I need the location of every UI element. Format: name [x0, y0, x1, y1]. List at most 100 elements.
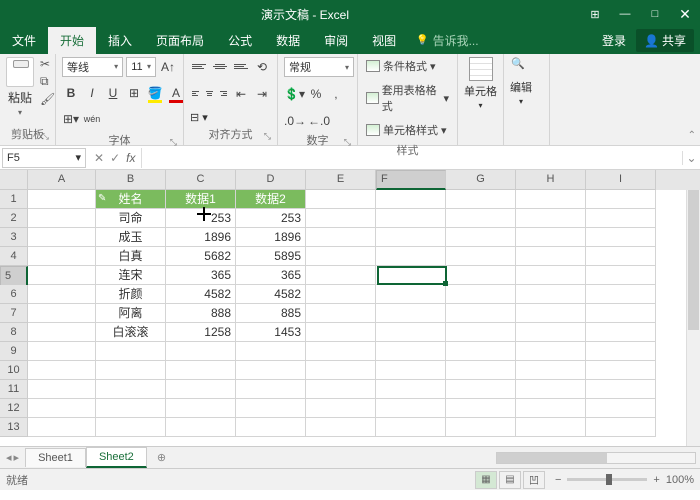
cell[interactable]: 数据2 — [236, 190, 306, 209]
fill-color-button[interactable]: 🪣 — [146, 83, 164, 103]
align-left-button[interactable] — [190, 84, 201, 102]
tab-layout[interactable]: 页面布局 — [144, 27, 216, 54]
tab-data[interactable]: 数据 — [264, 27, 312, 54]
cell[interactable] — [586, 304, 656, 323]
horizontal-scrollbar[interactable] — [496, 452, 696, 464]
cell[interactable] — [516, 380, 586, 399]
cell[interactable] — [28, 247, 96, 266]
increase-decimal-button[interactable]: .0→ — [284, 111, 306, 131]
cell[interactable] — [166, 342, 236, 361]
zoom-slider[interactable] — [567, 478, 647, 481]
cell[interactable]: 365 — [166, 266, 236, 285]
cell[interactable] — [166, 418, 236, 437]
vscroll-thumb[interactable] — [688, 190, 699, 330]
cell[interactable] — [446, 418, 516, 437]
cell[interactable] — [166, 380, 236, 399]
zoom-level[interactable]: 100% — [666, 474, 694, 486]
cell[interactable] — [376, 228, 446, 247]
hscroll-thumb[interactable] — [497, 453, 607, 463]
format-painter-button[interactable]: 🖌 — [40, 92, 55, 106]
cell[interactable] — [306, 247, 376, 266]
conditional-format-button[interactable]: 条件格式▾ — [364, 57, 451, 75]
cell[interactable] — [306, 266, 376, 285]
cell[interactable] — [376, 304, 446, 323]
cell[interactable] — [446, 228, 516, 247]
page-layout-button[interactable]: ▤ — [499, 471, 521, 489]
cell[interactable] — [236, 418, 306, 437]
cell[interactable]: 数据1 — [166, 190, 236, 209]
cell[interactable]: 888 — [166, 304, 236, 323]
cell[interactable] — [236, 380, 306, 399]
align-right-button[interactable] — [218, 84, 229, 102]
font-name-select[interactable]: 等线▾ — [62, 57, 123, 77]
cell[interactable] — [586, 247, 656, 266]
cell[interactable] — [516, 418, 586, 437]
cell[interactable]: 1258 — [166, 323, 236, 342]
cell[interactable] — [28, 380, 96, 399]
cell[interactable] — [516, 247, 586, 266]
row-header[interactable]: 12 — [0, 399, 28, 418]
cell[interactable] — [236, 342, 306, 361]
tell-me-search[interactable]: 告诉我... — [408, 27, 486, 54]
col-header-d[interactable]: D — [236, 170, 306, 190]
cell[interactable] — [96, 342, 166, 361]
clipboard-launcher[interactable]: ⤡ — [42, 131, 49, 142]
expand-formula-bar-button[interactable]: ⌄ — [682, 151, 700, 165]
cell[interactable] — [516, 342, 586, 361]
cell[interactable] — [28, 304, 96, 323]
row-header[interactable]: 2 — [0, 209, 28, 228]
bold-button[interactable]: B — [62, 83, 80, 103]
cell[interactable] — [96, 418, 166, 437]
cancel-formula-button[interactable]: ✕ — [94, 151, 104, 165]
underline-button[interactable]: U — [104, 83, 122, 103]
orientation-button[interactable]: ⟲ — [253, 57, 271, 77]
cell[interactable] — [376, 247, 446, 266]
row-header[interactable]: 10 — [0, 361, 28, 380]
cell[interactable] — [586, 399, 656, 418]
row-header[interactable]: 3 — [0, 228, 28, 247]
sheet-nav-prev[interactable]: ◂ — [6, 451, 12, 464]
worksheet-grid[interactable]: A B C D E F G H I 1姓名数据1数据22司命2532533成玉1… — [0, 170, 700, 446]
cell[interactable] — [446, 266, 516, 285]
cell[interactable] — [306, 228, 376, 247]
col-header-h[interactable]: H — [516, 170, 586, 190]
cell[interactable] — [516, 190, 586, 209]
cell[interactable] — [376, 380, 446, 399]
cells-button[interactable]: 单元格▾ — [464, 57, 497, 141]
sheet-tab-1[interactable]: Sheet1 — [25, 448, 86, 467]
cell[interactable] — [376, 399, 446, 418]
cell[interactable]: 1896 — [236, 228, 306, 247]
close-button[interactable]: ✕ — [670, 0, 700, 28]
cell[interactable] — [236, 361, 306, 380]
cell[interactable] — [28, 266, 96, 285]
cell[interactable]: 1453 — [236, 323, 306, 342]
increase-font-button[interactable]: A↑ — [159, 57, 177, 77]
cell[interactable] — [28, 209, 96, 228]
borders-dropdown[interactable]: ⊞▾ — [62, 109, 80, 129]
cell[interactable] — [306, 209, 376, 228]
merge-center-button[interactable]: ⊟ ▾ — [190, 111, 271, 124]
cell[interactable] — [586, 418, 656, 437]
cell[interactable] — [446, 304, 516, 323]
cell[interactable] — [586, 285, 656, 304]
cell[interactable] — [446, 285, 516, 304]
align-bottom-button[interactable] — [232, 57, 250, 75]
vertical-scrollbar[interactable] — [686, 190, 700, 446]
name-box[interactable]: F5▾ — [2, 148, 86, 168]
tab-file[interactable]: 文件 — [0, 27, 48, 54]
cell[interactable] — [306, 418, 376, 437]
percent-button[interactable]: % — [307, 84, 325, 104]
font-size-select[interactable]: 11▾ — [126, 57, 156, 77]
cell[interactable] — [376, 323, 446, 342]
cell[interactable] — [306, 323, 376, 342]
cell[interactable] — [516, 304, 586, 323]
cell[interactable] — [28, 418, 96, 437]
cell[interactable]: 司命 — [96, 209, 166, 228]
row-header[interactable]: 11 — [0, 380, 28, 399]
align-launcher[interactable]: ⤡ — [264, 131, 271, 142]
enter-formula-button[interactable]: ✓ — [110, 151, 120, 165]
share-button[interactable]: 👤共享 — [636, 29, 694, 52]
cell[interactable] — [446, 323, 516, 342]
cell[interactable]: 白真 — [96, 247, 166, 266]
cell[interactable] — [28, 190, 96, 209]
